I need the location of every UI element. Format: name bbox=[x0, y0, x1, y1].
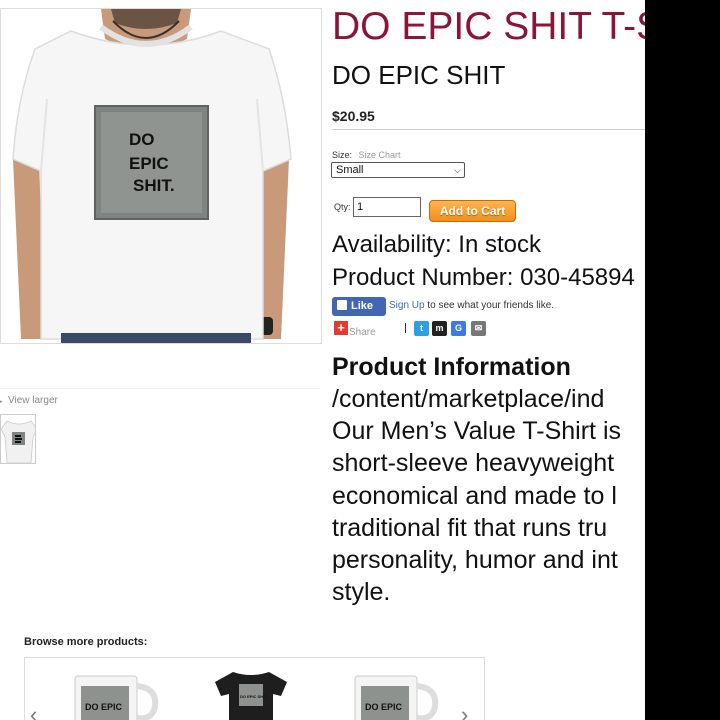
signup-suffix: to see what your friends like. bbox=[424, 300, 555, 311]
black-overlay bbox=[645, 0, 720, 720]
description-line: economical and made to l bbox=[332, 481, 617, 510]
thumbs-up-icon bbox=[337, 300, 347, 310]
product-number: Product Number: 030-45894 bbox=[332, 264, 635, 291]
product-price: $20.95 bbox=[332, 108, 375, 124]
design-line-3: SHIT. bbox=[133, 176, 175, 195]
description-line: Our Men’s Value T-Shirt is bbox=[332, 417, 622, 446]
size-selected-value: Small bbox=[336, 164, 364, 176]
size-row: Size: Size Chart bbox=[332, 150, 401, 160]
design-line-1: DO bbox=[129, 130, 155, 149]
main-product-image[interactable]: DO EPIC SHIT. bbox=[0, 8, 322, 344]
zoom-icon: ▸ bbox=[0, 396, 3, 406]
product-information-heading: Product Information bbox=[332, 353, 571, 381]
description-line: personality, humor and int bbox=[332, 545, 618, 574]
facebook-signup-text: Sign Up to see what your friends like. bbox=[389, 300, 554, 311]
product-carousel: ‹ DO EPIC DO EPIC SHIT DO EPIC › bbox=[24, 657, 485, 720]
carousel-item-tshirt[interactable]: DO EPIC SHIT bbox=[211, 668, 291, 720]
chevron-left-icon[interactable]: ‹ bbox=[30, 702, 37, 720]
email-icon[interactable]: ✉ bbox=[471, 321, 486, 336]
share-divider bbox=[405, 323, 406, 333]
availability-text: Availability: In stock bbox=[332, 231, 541, 258]
tshirt-design-text: DO EPIC SHIT bbox=[240, 694, 267, 699]
description-line: /content/marketplace/ind bbox=[332, 385, 605, 413]
price-divider bbox=[332, 129, 666, 130]
mug-design-text: DO EPIC bbox=[85, 702, 123, 712]
description-line: short-sleeve heavyweight bbox=[332, 449, 615, 478]
size-label: Size: bbox=[332, 150, 353, 160]
add-to-cart-button[interactable]: Add to Cart bbox=[429, 200, 516, 222]
like-label: Like bbox=[351, 300, 374, 312]
qty-label: Qty: bbox=[334, 202, 351, 212]
gallery-divider bbox=[0, 388, 320, 389]
description-line: style. bbox=[332, 578, 391, 607]
carousel-item-mug[interactable]: DO EPIC bbox=[71, 666, 161, 720]
twitter-icon[interactable]: t bbox=[414, 321, 429, 336]
view-larger-link[interactable]: View larger bbox=[8, 395, 58, 406]
myspace-icon[interactable]: m bbox=[432, 321, 447, 336]
product-subtitle: DO EPIC SHIT bbox=[332, 60, 506, 90]
share-plus-icon[interactable]: + bbox=[334, 321, 348, 335]
size-chart-link[interactable]: Size Chart bbox=[359, 150, 401, 160]
browse-more-heading: Browse more products: bbox=[24, 636, 148, 648]
signup-link[interactable]: Sign Up bbox=[389, 300, 425, 311]
chevron-right-icon[interactable]: › bbox=[461, 702, 468, 720]
chevron-down-icon: ⌵ bbox=[454, 165, 461, 175]
quantity-input[interactable]: 1 bbox=[353, 197, 421, 217]
design-line-2: EPIC bbox=[129, 154, 169, 173]
product-description: /content/marketplace/ind Our Men’s Value… bbox=[332, 383, 621, 608]
description-line: traditional fit that runs tru bbox=[332, 513, 608, 542]
mug-design-text: DO EPIC bbox=[365, 702, 403, 712]
product-thumbnail[interactable] bbox=[0, 414, 36, 464]
facebook-like-button[interactable]: Like bbox=[332, 297, 386, 316]
size-select[interactable]: Small ⌵ bbox=[331, 162, 465, 178]
share-label[interactable]: Share bbox=[349, 327, 376, 338]
carousel-item-mug[interactable]: DO EPIC bbox=[351, 666, 441, 720]
google-icon[interactable]: G bbox=[451, 321, 466, 336]
